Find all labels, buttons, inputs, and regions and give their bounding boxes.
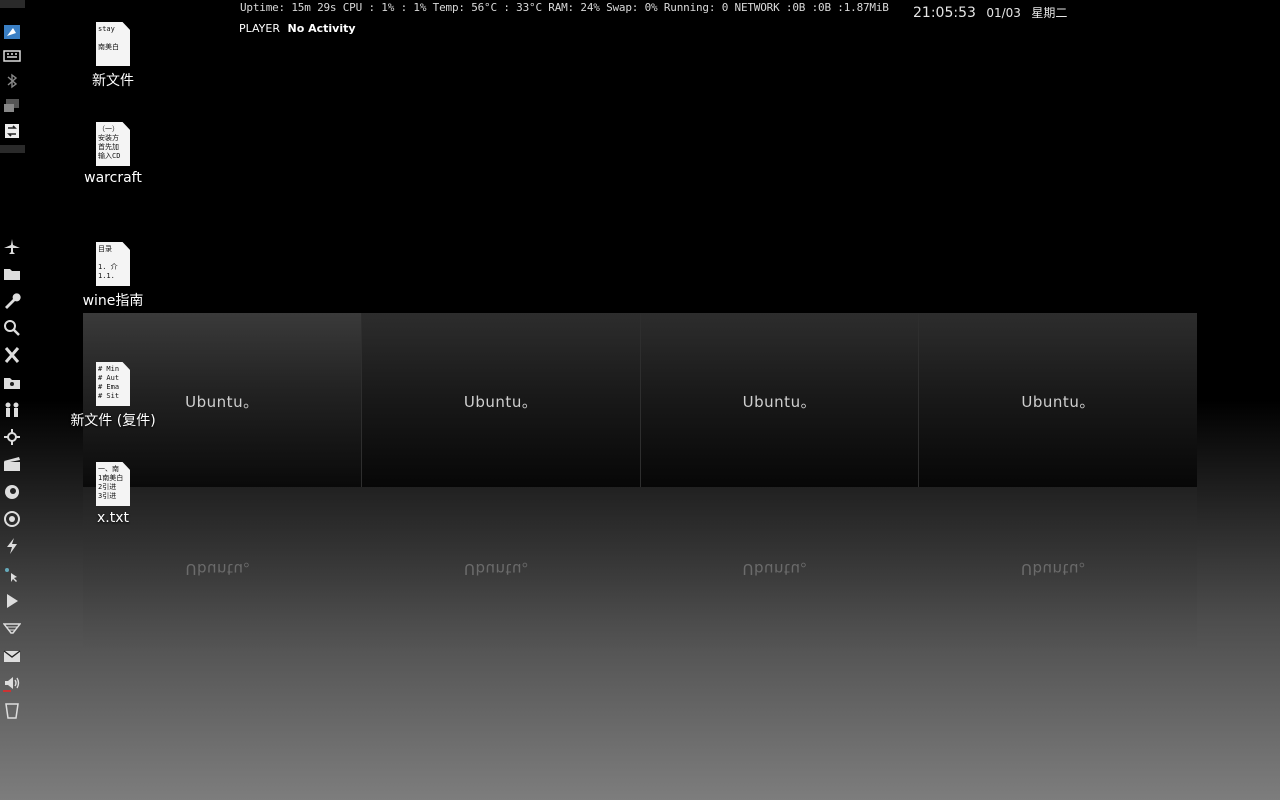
window-icon[interactable] — [2, 22, 22, 42]
display-icon[interactable] — [2, 96, 22, 116]
workspace-reflection-2: Ubuntu。 — [464, 560, 538, 578]
workspace-label: Ubuntu。 — [742, 393, 817, 411]
text-file-icon: 一、南 1南美白 2引进 3引进 — [96, 462, 130, 506]
player-status: PLAYER No Activity — [239, 22, 356, 35]
people-icon[interactable] — [2, 400, 22, 420]
x-icon[interactable] — [2, 345, 22, 365]
workspace-reflection-3: Ubuntu。 — [742, 560, 816, 578]
desktop-file-icon[interactable]: stay 南美白 新文件 — [63, 22, 163, 90]
desktop-file-label: warcraft — [84, 170, 142, 186]
desktop-file-label: 新文件 — [92, 73, 134, 89]
trash-icon[interactable] — [2, 700, 22, 720]
workspace-4[interactable]: Ubuntu。 — [918, 313, 1197, 487]
workspace-3[interactable]: Ubuntu。 — [639, 313, 919, 487]
keyboard-icon[interactable] — [2, 46, 22, 66]
folder-icon[interactable] — [2, 264, 22, 284]
clock-date: 01/03 — [986, 6, 1021, 20]
text-file-icon: stay 南美白 — [96, 22, 130, 66]
mail-icon[interactable] — [2, 646, 22, 666]
desktop-file-label: 新文件 (复件) — [70, 413, 156, 429]
wrench-icon[interactable] — [2, 291, 22, 311]
desktop-file-icon[interactable]: （一） 安装方 首先加 输入CD warcraft — [63, 122, 163, 186]
workspace-switcher: Ubuntu。 Ubuntu。 Ubuntu。 Ubuntu。 — [83, 313, 1197, 487]
desktop-file-label: wine指南 — [82, 293, 144, 309]
workspace-label: Ubuntu。 — [463, 393, 538, 411]
workspace-label: Ubuntu。 — [1021, 393, 1095, 411]
text-file-icon: 目录 1. 介 1.1. — [96, 242, 130, 286]
workspace-reflection: Ubuntu。 Ubuntu。 Ubuntu。 Ubuntu。 — [83, 487, 1197, 647]
desktop-file-label: x.txt — [97, 510, 129, 526]
pointer-icon[interactable] — [2, 565, 22, 585]
bolt-icon[interactable] — [2, 536, 22, 556]
chrome-icon[interactable] — [2, 509, 22, 529]
player-state: No Activity — [287, 22, 356, 35]
clock-time: 21:05:53 — [913, 5, 976, 21]
workspace-reflection-4: Ubuntu。 — [1021, 560, 1095, 578]
switch-icon[interactable] — [2, 121, 22, 141]
tray-strip-bottom — [0, 145, 25, 153]
desktop-file-icon[interactable]: 一、南 1南美白 2引进 3引进 x.txt — [63, 462, 163, 526]
desktop-file-icon[interactable]: # Min # Aut # Ema # Sit 新文件 (复件) — [63, 362, 163, 430]
clock: 21:05:53 01/03 星期二 — [913, 4, 1067, 21]
airplane-icon[interactable] — [2, 237, 22, 257]
volume-icon[interactable] — [2, 673, 22, 693]
firefox-icon[interactable] — [2, 482, 22, 502]
desktop-file-icon[interactable]: 目录 1. 介 1.1. wine指南 — [63, 242, 163, 310]
filter-icon[interactable] — [2, 618, 22, 638]
play-icon[interactable] — [2, 591, 22, 611]
system-monitor-line: Uptime: 15m 29s CPU : 1% : 1% Temp: 56°C… — [240, 1, 889, 14]
left-dock — [0, 0, 26, 800]
text-file-icon: （一） 安装方 首先加 输入CD — [96, 122, 130, 166]
settings-icon[interactable] — [2, 427, 22, 447]
text-file-icon: # Min # Aut # Ema # Sit — [96, 362, 130, 406]
clapper-icon[interactable] — [2, 454, 22, 474]
folder-open-icon[interactable] — [2, 373, 22, 393]
clock-weekday: 星期二 — [1031, 6, 1068, 20]
workspace-2[interactable]: Ubuntu。 — [360, 313, 640, 487]
tray-strip — [0, 0, 25, 8]
search-icon[interactable] — [2, 318, 22, 338]
bluetooth-icon[interactable] — [2, 71, 22, 91]
player-label: PLAYER — [239, 22, 280, 35]
